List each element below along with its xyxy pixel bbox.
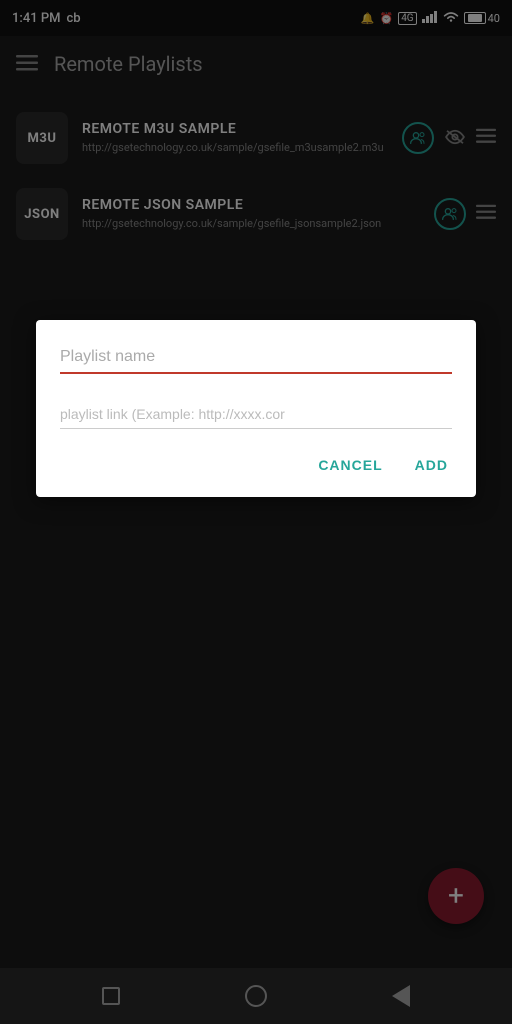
add-playlist-dialog: CANCEL ADD (36, 320, 476, 497)
playlist-name-input[interactable] (60, 344, 452, 374)
playlist-link-input[interactable] (60, 402, 452, 429)
add-button[interactable]: ADD (411, 449, 452, 481)
dialog-overlay: CANCEL ADD (0, 0, 512, 1024)
link-input-group (60, 394, 452, 429)
cancel-button[interactable]: CANCEL (314, 449, 386, 481)
dialog-actions: CANCEL ADD (60, 449, 452, 481)
name-input-group (60, 344, 452, 374)
